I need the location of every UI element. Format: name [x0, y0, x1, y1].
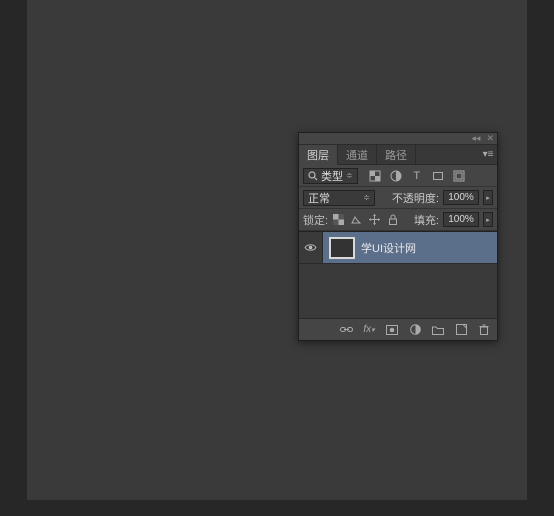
filter-adjust-icon[interactable] [389, 169, 403, 183]
lock-row: 锁定: 填充: 100% ▸ [299, 209, 497, 231]
panel-tabs: 图层 通道 路径 ▾≡ [299, 145, 497, 165]
layer-thumbnail[interactable] [329, 237, 355, 259]
visibility-toggle[interactable] [299, 232, 323, 263]
fill-label: 填充: [414, 212, 439, 228]
tab-paths[interactable]: 路径 [377, 145, 416, 164]
chevron-down-icon: ≑ [346, 171, 353, 180]
filter-shape-icon[interactable] [431, 169, 445, 183]
collapse-icon[interactable]: ◂◂ [471, 133, 480, 144]
blend-mode-value: 正常 [308, 190, 330, 206]
layer-row[interactable]: 学UI设计网 [299, 232, 497, 264]
blend-mode-dropdown[interactable]: 正常 ≑ [303, 190, 375, 206]
tab-channels[interactable]: 通道 [338, 145, 377, 164]
fill-flyout-icon[interactable]: ▸ [483, 212, 493, 227]
lock-all-icon[interactable] [386, 213, 399, 226]
filter-smart-icon[interactable] [452, 169, 466, 183]
lock-label: 锁定: [303, 212, 328, 228]
layer-style-icon[interactable]: fx▾ [362, 323, 376, 337]
chevron-down-icon: ≑ [363, 193, 370, 202]
layers-empty-area[interactable] [299, 264, 497, 318]
filter-row: 类型 ≑ T [299, 165, 497, 187]
fill-input[interactable]: 100% [443, 212, 479, 227]
group-icon[interactable] [431, 323, 445, 337]
layer-mask-icon[interactable] [385, 323, 399, 337]
panel-menu-icon[interactable]: ▾≡ [479, 145, 497, 164]
opacity-flyout-icon[interactable]: ▸ [483, 190, 493, 205]
layer-name[interactable]: 学UI设计网 [361, 240, 416, 256]
new-layer-icon[interactable] [454, 323, 468, 337]
lock-transparent-icon[interactable] [332, 213, 345, 226]
layers-list[interactable]: 学UI设计网 [299, 231, 497, 318]
lock-pixels-icon[interactable] [350, 213, 363, 226]
blend-row: 正常 ≑ 不透明度: 100% ▸ [299, 187, 497, 209]
search-icon [308, 171, 318, 181]
lock-icons [332, 213, 399, 226]
opacity-label: 不透明度: [392, 190, 439, 206]
layers-bottom-bar: fx▾ [299, 318, 497, 340]
tab-layers[interactable]: 图层 [299, 145, 338, 165]
filter-kind-dropdown[interactable]: 类型 ≑ [303, 168, 358, 184]
eye-icon [304, 243, 317, 252]
lock-position-icon[interactable] [368, 213, 381, 226]
filter-kind-label: 类型 [321, 168, 343, 184]
link-layers-icon[interactable] [339, 323, 353, 337]
close-panel-icon[interactable]: ✕ [486, 133, 494, 144]
filter-pixel-icon[interactable] [368, 169, 382, 183]
opacity-input[interactable]: 100% [443, 190, 479, 205]
filter-text-icon[interactable]: T [410, 169, 424, 183]
layers-panel: ◂◂ ✕ 图层 通道 路径 ▾≡ 类型 ≑ T [298, 132, 498, 341]
filter-icons: T [368, 169, 466, 183]
adjustment-layer-icon[interactable] [408, 323, 422, 337]
panel-titlebar: ◂◂ ✕ [299, 133, 497, 145]
delete-layer-icon[interactable] [477, 323, 491, 337]
